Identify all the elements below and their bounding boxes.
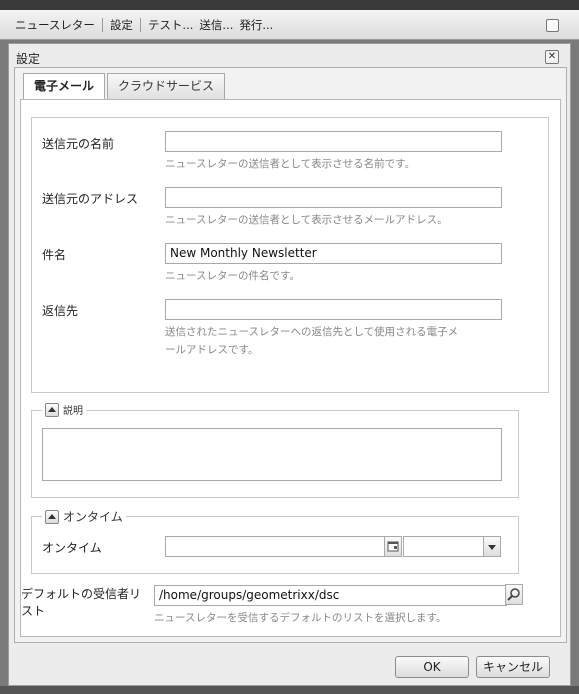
email-fields-group: 送信元の名前 ニュースレターの送信者として表示させる名前です。 送信元のアドレス… [31,117,549,393]
reply-to-hint-line2: ールアドレスです。 [165,344,259,356]
chevron-down-icon[interactable] [483,536,501,557]
ontime-legend-label: オンタイム [63,510,123,524]
toolbar-send-button[interactable]: 送信... [196,17,236,33]
toolbar-settings-button[interactable]: 設定 [107,17,136,33]
ontime-fieldset: オンタイム オンタイム [31,508,519,574]
sender-name-input[interactable] [165,131,502,152]
ontime-label: オンタイム [42,541,102,555]
default-list-label-line2: スト [21,604,46,618]
reply-to-label: 返信先 [42,304,79,318]
search-icon[interactable] [505,584,523,605]
background-strip [0,686,579,694]
tab-strip: 電子メール クラウドサービス [23,73,227,100]
ontime-time-select[interactable] [403,536,501,557]
toolbar-test-button[interactable]: テスト... [145,17,196,33]
toolbar-publish-button[interactable]: 発行... [236,17,276,33]
tab-cloud-services[interactable]: クラウドサービス [107,73,226,99]
sender-address-hint: ニュースレターの送信者として表示させるメールアドレス。 [165,214,448,226]
sender-name-hint: ニュースレターの送信者として表示させる名前です。 [165,158,416,170]
newsletter-toolbar: ニュースレター 設定 テスト... 送信... 発行... [0,10,579,40]
default-list-hint: ニュースレターを受信するデフォルトのリストを選択します。 [154,612,447,624]
window-top-strip [0,0,579,10]
description-textarea[interactable] [42,428,502,481]
toolbar-separator [101,17,103,32]
cancel-button[interactable]: キャンセル [476,656,550,678]
toolbar-separator [139,17,141,32]
collapse-icon[interactable] [45,402,59,417]
default-list-label: デフォルトの受信者リ スト [21,586,141,620]
description-legend: 説明 [42,402,86,417]
tab-panel: 電子メール クラウドサービス 送信元の名前 ニュースレターの送信者として表示させ… [14,67,567,643]
subject-hint: ニュースレターの件名です。 [165,270,300,282]
reply-to-hint-line1: 送信されたニュースレターへの返信先として使用される電子メ [165,326,459,338]
tab-email[interactable]: 電子メール [23,73,106,100]
sender-name-label: 送信元の名前 [42,137,115,151]
email-tab-content: 送信元の名前 ニュースレターの送信者として表示させる名前です。 送信元のアドレス… [20,99,561,637]
calendar-icon[interactable] [384,536,402,557]
toolbar-app-name: ニュースレター [15,17,95,32]
close-icon[interactable]: ✕ [545,50,559,64]
collapse-icon[interactable] [45,509,59,524]
default-list-input[interactable]: /home/groups/geometrixx/dsc [154,585,507,606]
description-fieldset: 説明 [31,402,519,498]
dialog-title: 設定 [16,52,41,66]
sender-address-label: 送信元のアドレス [42,192,139,206]
subject-label: 件名 [42,248,67,262]
toolbar-toggle-icon[interactable] [546,19,559,32]
reply-to-input[interactable] [165,299,502,320]
description-legend-label: 説明 [63,406,83,417]
subject-input[interactable]: New Monthly Newsletter [165,243,502,264]
settings-dialog: 設定 ✕ 電子メール クラウドサービス 送信元の名前 ニュースレターの送信者とし… [8,43,571,686]
default-list-label-line1: デフォルトの受信者リ [21,587,142,601]
ok-button[interactable]: OK [395,656,469,678]
ontime-legend: オンタイム [42,508,126,525]
sender-address-input[interactable] [165,187,502,208]
ontime-date-input[interactable] [165,536,402,557]
